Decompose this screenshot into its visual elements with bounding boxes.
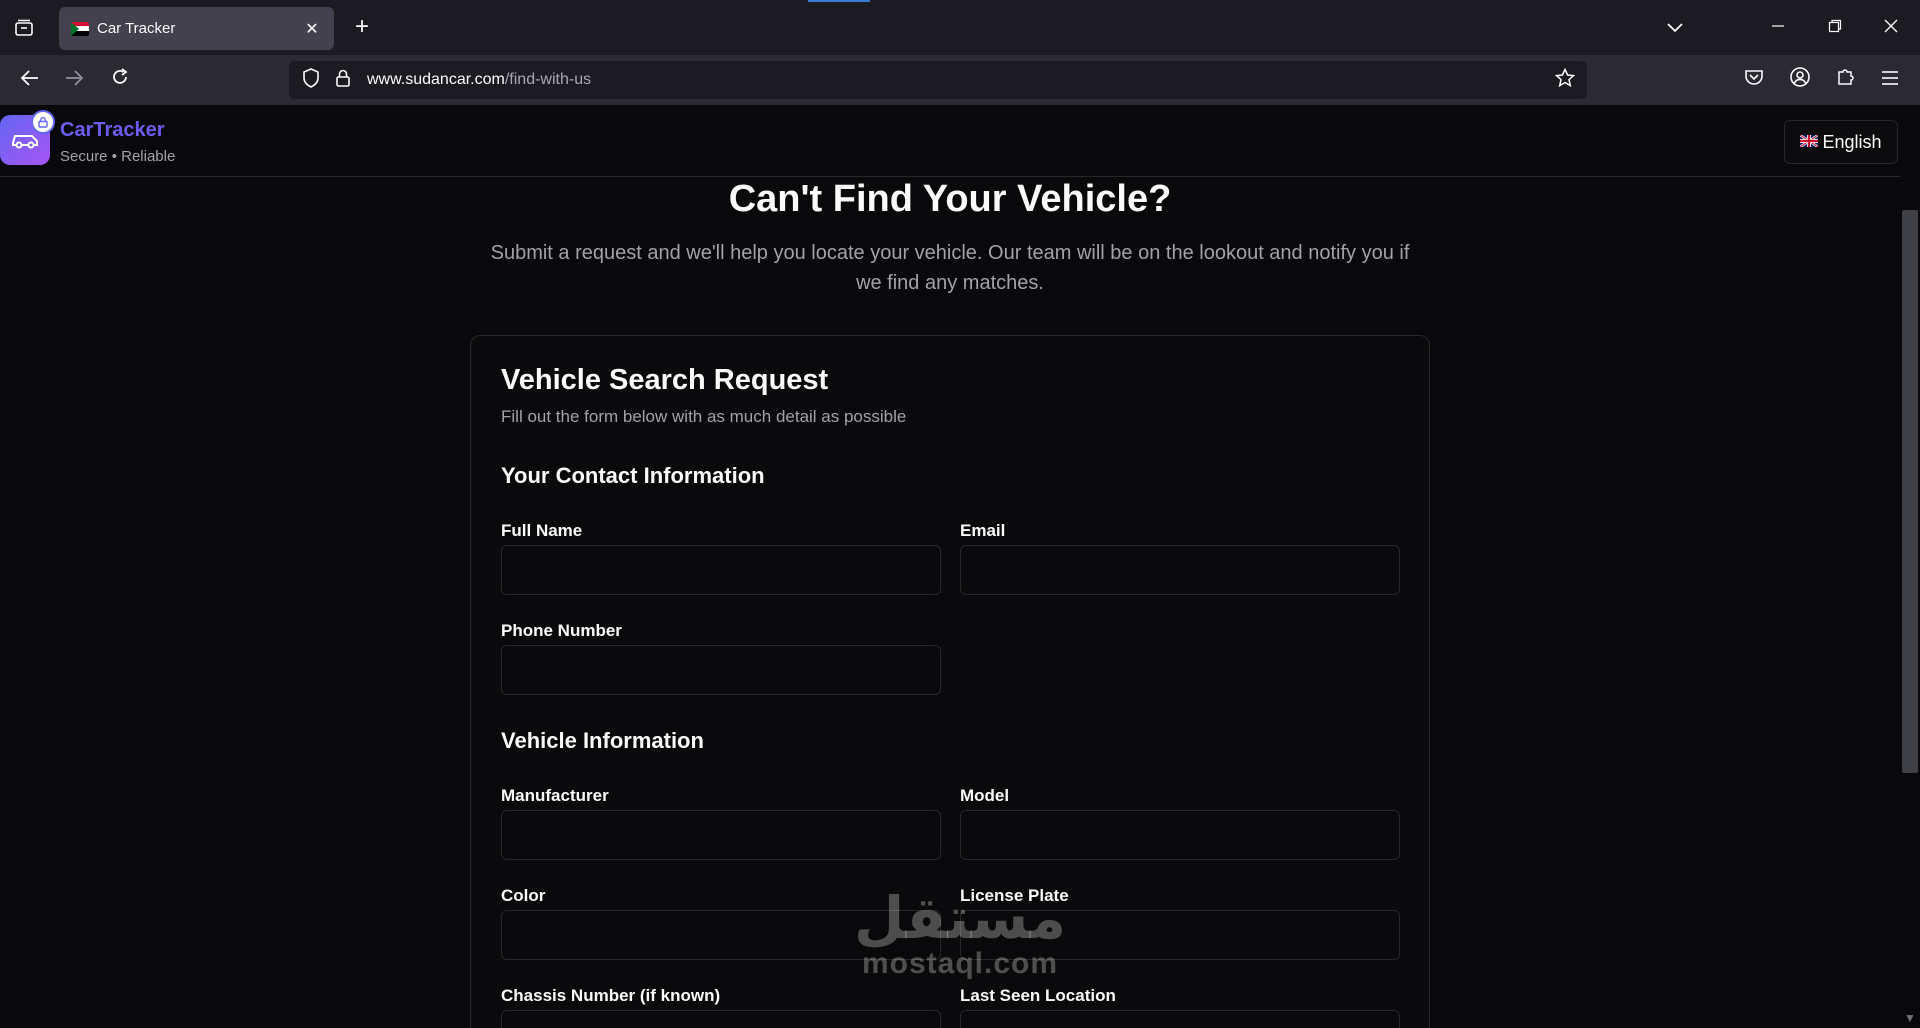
blurred-nav-item	[490, 117, 494, 135]
color-input[interactable]	[501, 910, 941, 960]
brand-name[interactable]: CarTracker	[60, 119, 165, 142]
phone-input[interactable]	[501, 645, 941, 695]
email-label: Email	[960, 521, 1006, 540]
full-name-label: Full Name	[501, 521, 583, 540]
arrow-left-icon[interactable]	[14, 65, 46, 95]
chassis-input[interactable]	[501, 1010, 941, 1028]
pocket-icon[interactable]	[1740, 66, 1768, 94]
form-description: Fill out the form below with as much det…	[501, 407, 907, 426]
arrow-right-icon[interactable]	[58, 65, 90, 95]
vehicle-section-title: Vehicle Information	[501, 728, 704, 753]
last-seen-input[interactable]	[960, 1010, 1400, 1028]
vehicle-search-form-card: Vehicle Search Request Fill out the form…	[470, 335, 1430, 1028]
license-plate-label: License Plate	[960, 886, 1069, 905]
reload-icon[interactable]	[104, 65, 136, 95]
manufacturer-label: Manufacturer	[501, 786, 609, 805]
url-bar[interactable]: www.sudancar.com/find-with-us	[289, 61, 1587, 99]
form-title: Vehicle Search Request	[501, 364, 829, 396]
license-plate-input[interactable]	[960, 910, 1400, 960]
tab-title: Car Tracker	[97, 20, 176, 37]
tab-loading-indicator	[808, 0, 870, 2]
tab-list-icon[interactable]	[10, 14, 38, 42]
close-icon[interactable]: ✕	[302, 19, 322, 39]
browser-tab-bar: Car Tracker ✕ +	[0, 0, 1920, 55]
model-label: Model	[960, 786, 1010, 805]
site-header: CarTracker Secure • Reliable English	[0, 105, 1900, 177]
hamburger-icon[interactable]	[1876, 66, 1904, 94]
url-host: www.sudancar.com	[367, 71, 505, 88]
scrollbar-thumb[interactable]	[1902, 210, 1918, 773]
contact-section-title: Your Contact Information	[501, 463, 765, 488]
chevron-down-icon[interactable]	[1655, 12, 1695, 42]
full-name-input[interactable]	[501, 545, 941, 595]
lock-badge-icon	[31, 110, 55, 134]
manufacturer-input[interactable]	[501, 810, 941, 860]
chassis-label: Chassis Number (if known)	[501, 986, 721, 1005]
uk-flag-icon	[1799, 133, 1820, 150]
shield-icon[interactable]	[299, 68, 323, 92]
minimize-icon[interactable]	[1758, 12, 1798, 42]
account-icon[interactable]	[1786, 66, 1814, 94]
star-icon[interactable]	[1553, 67, 1577, 92]
restore-icon[interactable]	[1815, 12, 1855, 42]
scroll-down-icon[interactable]: ▼	[1904, 1011, 1916, 1025]
page-title: Can't Find Your Vehicle?	[728, 178, 1172, 220]
puzzle-icon[interactable]	[1832, 66, 1860, 94]
language-label: English	[1822, 131, 1882, 152]
language-button[interactable]: English	[1784, 120, 1898, 164]
browser-tab[interactable]: Car Tracker ✕	[59, 7, 334, 50]
plus-icon[interactable]: +	[348, 13, 376, 41]
color-label: Color	[501, 886, 546, 905]
page-content: CarTracker Secure • Reliable English ▼ C…	[0, 105, 1920, 1028]
browser-nav-bar: www.sudancar.com/find-with-us	[0, 55, 1920, 105]
brand-tagline: Secure • Reliable	[60, 148, 176, 165]
phone-label: Phone Number	[501, 621, 622, 640]
lock-icon[interactable]	[331, 68, 355, 92]
model-input[interactable]	[960, 810, 1400, 860]
page-subtitle: Submit a request and we'll help you loca…	[490, 242, 1410, 294]
last-seen-label: Last Seen Location	[960, 986, 1116, 1005]
url-text[interactable]: www.sudancar.com/find-with-us	[367, 71, 1553, 89]
url-path: /find-with-us	[504, 71, 592, 88]
email-input[interactable]	[960, 545, 1400, 595]
sudan-flag-icon	[71, 21, 89, 36]
window-close-icon[interactable]	[1871, 12, 1911, 42]
